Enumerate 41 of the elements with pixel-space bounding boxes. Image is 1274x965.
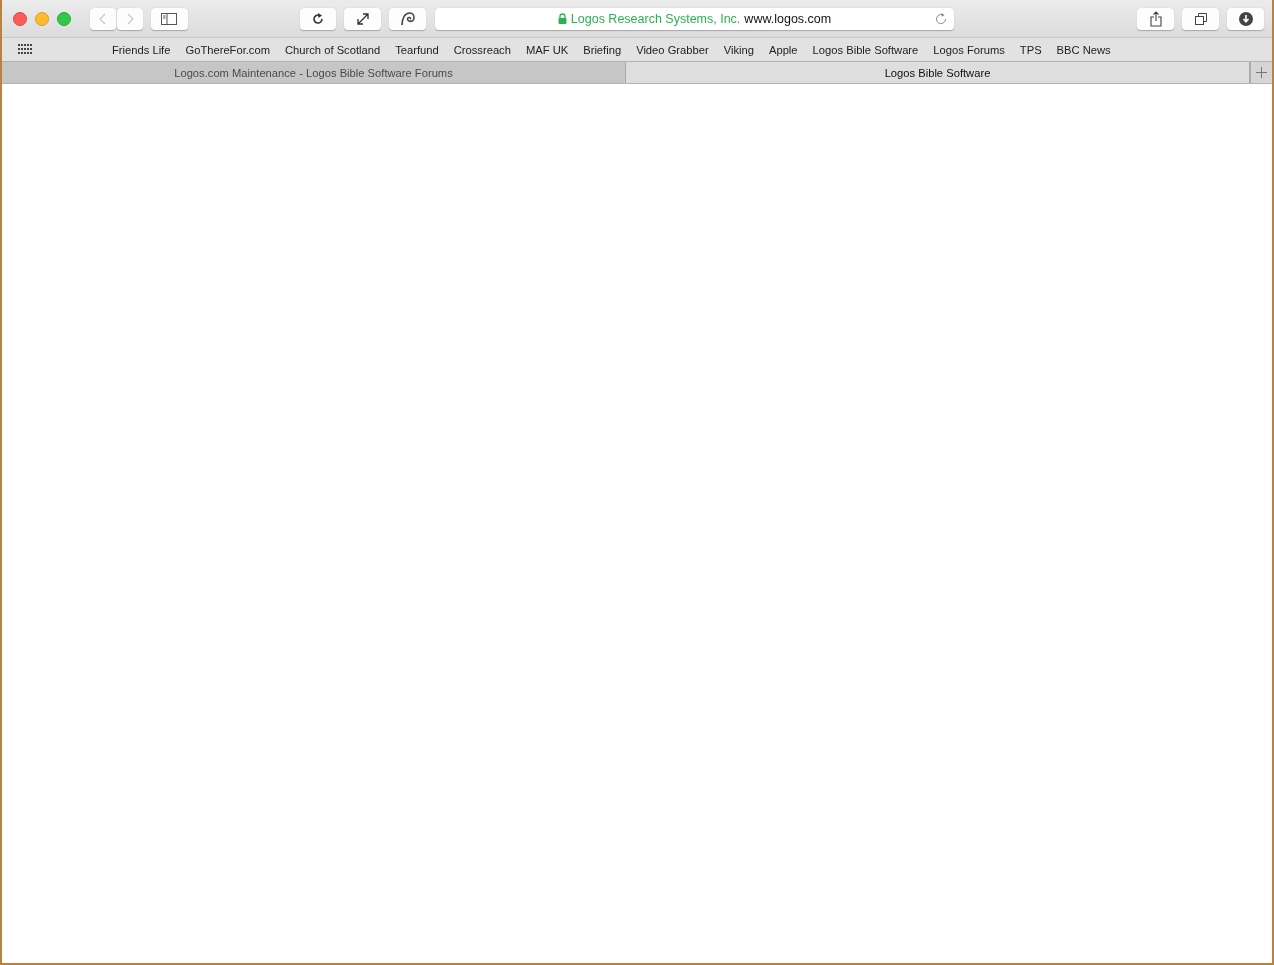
plus-icon [1256,67,1267,78]
grid-icon[interactable] [18,44,33,55]
bookmark-link[interactable]: Church of Scotland [285,43,381,56]
reload-button[interactable] [299,7,337,30]
zoom-button[interactable] [57,11,71,26]
sidebar-button[interactable] [151,7,188,30]
share-icon [1149,10,1162,27]
close-button[interactable] [13,11,27,26]
bookmark-link[interactable]: Video Grabber [636,43,709,56]
bookmark-link[interactable]: Apple [768,43,798,56]
tabs-icon [1194,12,1207,25]
shell-icon [400,11,415,26]
share-button[interactable] [1137,7,1175,30]
bookmark-link[interactable]: Logos Bible Software [812,43,919,56]
diagonal-arrows-icon [355,11,370,26]
sidebar-icon [161,12,178,25]
bookmark-link[interactable]: BBC News [1056,43,1111,56]
site-identity: Logos Research Systems, Inc. [570,11,741,26]
bookmark-link[interactable]: GoThereFor.com [185,43,270,56]
bookmark-link[interactable]: Briefing [583,43,622,56]
downloads-button[interactable] [1227,7,1264,30]
bookmark-link[interactable]: Crossreach [453,43,511,56]
extension-button[interactable] [389,7,427,30]
url-text: www.logos.com [744,11,832,26]
bookmark-link[interactable]: Viking [723,43,754,56]
chevron-right-icon [126,12,134,25]
new-tab-button[interactable] [1250,62,1272,83]
bookmark-link[interactable]: Logos Forums [933,43,1005,56]
bookmark-link[interactable]: TPS [1019,43,1042,56]
address-field[interactable]: Logos Research Systems, Inc. www.logos.com [435,7,954,30]
chevron-left-icon [99,12,107,25]
reload-icon[interactable] [934,12,947,25]
minimize-button[interactable] [35,11,49,26]
tabs-overview-button[interactable] [1182,7,1220,30]
bookmark-link[interactable]: Tearfund [395,43,439,56]
browser-tab[interactable]: Logos Bible Software [626,62,1250,83]
reload-icon [312,12,324,25]
expand-button[interactable] [344,7,382,30]
bookmark-link[interactable]: MAF UK [525,43,569,56]
bookmark-link[interactable]: Friends Life [112,43,171,56]
download-icon [1238,11,1253,26]
